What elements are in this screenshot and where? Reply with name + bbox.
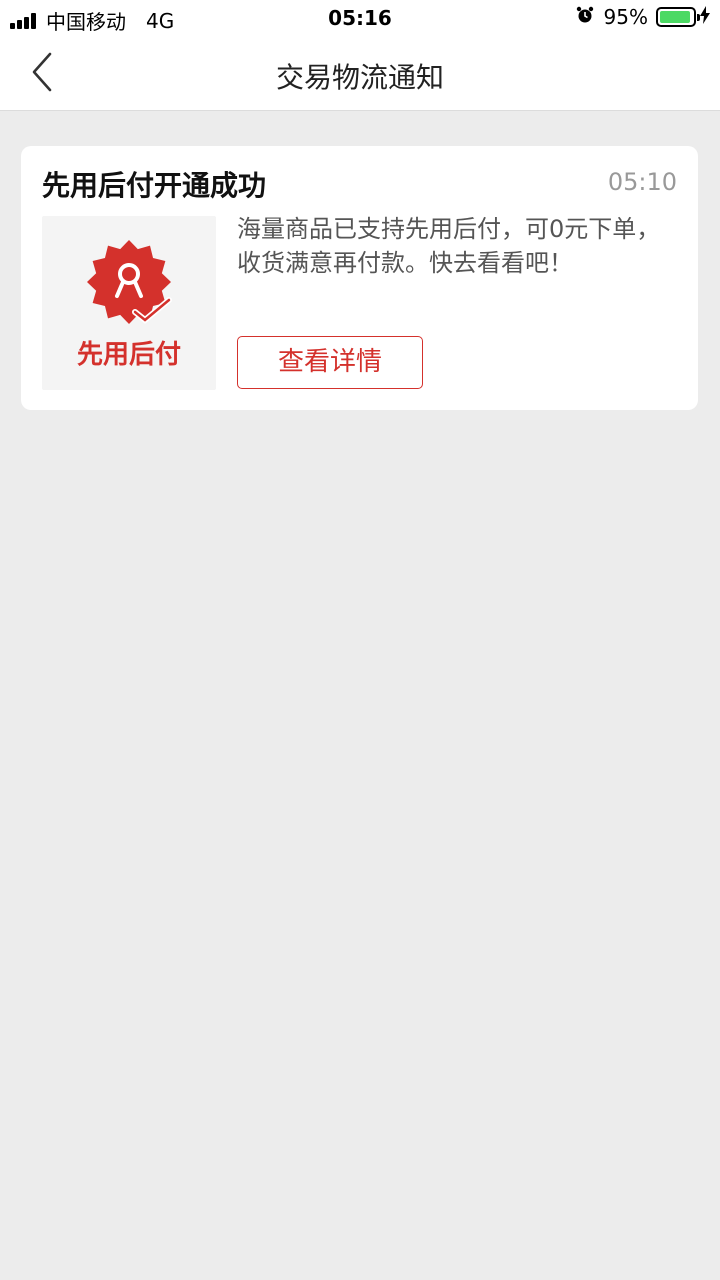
battery-fill [660, 11, 691, 23]
page-title: 交易物流通知 [275, 61, 444, 94]
badge-seal-icon [87, 240, 172, 324]
battery-icon [656, 7, 700, 27]
alarm-icon [576, 5, 594, 29]
status-right: 95% [576, 5, 710, 29]
notification-image: 先用后付 [42, 216, 216, 390]
nav-bar: 交易物流通知 [0, 36, 720, 111]
chevron-left-icon [30, 52, 54, 96]
view-details-button[interactable]: 查看详情 [237, 336, 423, 389]
charging-icon [700, 5, 710, 29]
battery-percent: 95% [603, 5, 648, 29]
status-bar: 中国移动 4G 05:16 95% [0, 0, 720, 36]
badge-label: 先用后付 [76, 340, 181, 370]
notification-card[interactable]: 先用后付开通成功 05:10 先用后付 海量商品已支持先用后付，可0元下单，收货… [21, 146, 698, 410]
back-button[interactable] [20, 52, 64, 96]
notification-time: 05:10 [607, 168, 677, 196]
notification-description: 海量商品已支持先用后付，可0元下单，收货满意再付款。快去看看吧！ [237, 215, 661, 277]
notification-title: 先用后付开通成功 [42, 169, 267, 202]
